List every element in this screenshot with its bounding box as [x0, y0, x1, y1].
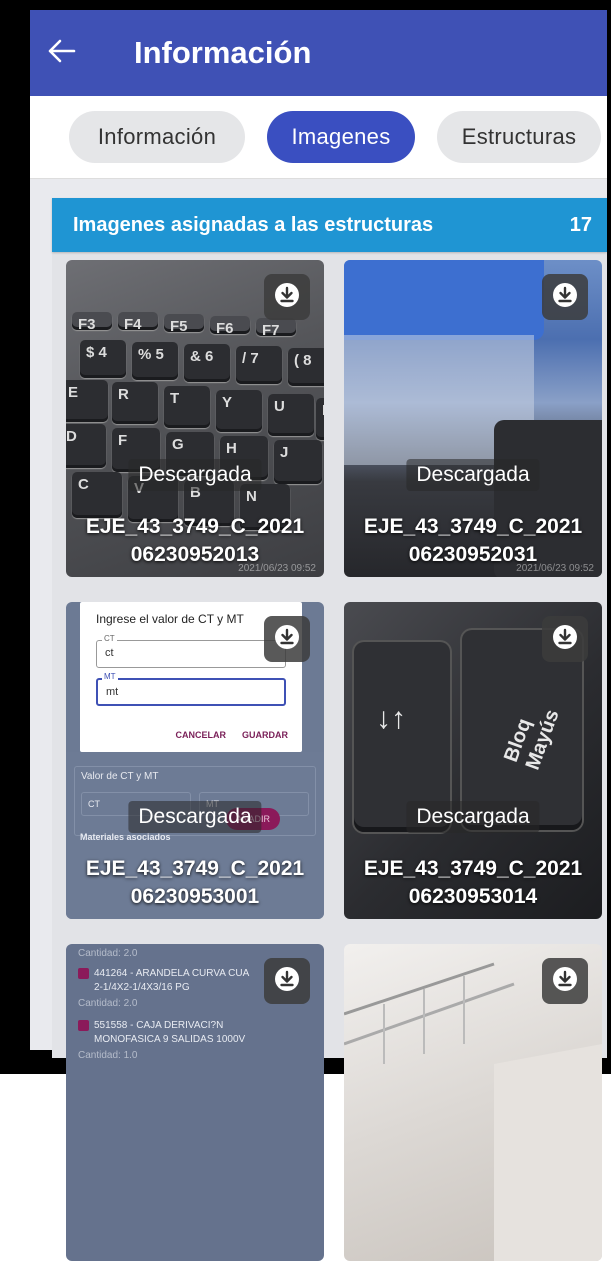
keyboard-key: F3 [72, 312, 112, 333]
panel-header: Imagenes asignadas a las estructuras 17 [52, 198, 607, 252]
keyboard-key: F5 [164, 314, 204, 335]
download-button[interactable] [264, 616, 310, 662]
download-button[interactable] [264, 958, 310, 1004]
image-file-name: EJE_43_3749_C_2021 06230953014 [363, 857, 583, 908]
images-panel: Imagenes asignadas a las estructuras 17 … [52, 198, 607, 1261]
keyboard-key: E [66, 380, 108, 422]
image-count-badge: 17 [569, 213, 592, 236]
download-icon [273, 623, 301, 656]
photo-timestamp: 2021/06/23 09:52 [238, 563, 316, 574]
download-icon [551, 281, 579, 314]
app-bar: Información [30, 10, 607, 96]
status-label: Descargada [406, 801, 540, 833]
status-label: Descargada [128, 459, 262, 491]
keyboard-key: Y [216, 390, 262, 432]
panel-title: Imagenes asignadas a las estructuras [73, 213, 434, 236]
download-icon [273, 965, 301, 998]
download-icon [551, 965, 579, 998]
keyboard-key: % 5 [132, 342, 178, 380]
keyboard-key: R [112, 382, 158, 424]
page-title: Información [134, 35, 312, 70]
download-button[interactable] [542, 958, 588, 1004]
keyboard-key: & 6 [184, 344, 230, 382]
checkbox-icon [78, 1020, 89, 1031]
download-icon [273, 281, 301, 314]
image-card[interactable] [344, 944, 602, 1261]
image-card[interactable]: Descargada EJE_43_3749_C_2021 06230952031… [344, 260, 602, 577]
photo-timestamp: 2021/06/23 09:52 [516, 563, 594, 574]
arrow-left-icon [48, 39, 76, 68]
status-label: Descargada [128, 801, 262, 833]
keyboard-key: J [274, 440, 322, 484]
back-button[interactable] [30, 10, 94, 96]
status-label: Descargada [406, 459, 540, 491]
image-card[interactable]: Valor de CT y MT CT MT Materiales asocia… [66, 602, 324, 919]
keyboard-key: ( 8 [288, 348, 324, 386]
keyboard-key: T [164, 386, 210, 428]
image-file-name: EJE_43_3749_C_2021 06230952031 [363, 515, 583, 566]
tab-bar: Información Imagenes Estructuras [30, 96, 607, 179]
image-card[interactable]: ↓↑ Bloq Mayús Descargada EJE_43_3749_C_2… [344, 602, 602, 919]
keyboard-key: $ 4 [80, 340, 126, 378]
keyboard-key: F6 [210, 316, 250, 337]
tab-informacion[interactable]: Información [69, 111, 245, 163]
image-file-name: EJE_43_3749_C_2021 06230953001 [85, 857, 305, 908]
download-icon [551, 623, 579, 656]
image-card[interactable]: Cantidad: 2.0 441264 - ARANDELA CURVA CU… [66, 944, 324, 1261]
keyboard-key: F4 [118, 312, 158, 333]
tab-estructuras[interactable]: Estructuras [437, 111, 601, 163]
tab-imagenes[interactable]: Imagenes [267, 111, 415, 163]
download-button[interactable] [542, 616, 588, 662]
keyboard-key: I [316, 398, 324, 440]
download-button[interactable] [264, 274, 310, 320]
image-file-name: EJE_43_3749_C_2021 06230952013 [85, 515, 305, 566]
image-card[interactable]: F3 F4 F5 F6 F7 $ 4 % 5 & 6 / 7 ( 8 E R T… [66, 260, 324, 577]
keyboard-key: F7 [256, 318, 296, 339]
keyboard-key: U [268, 394, 314, 436]
keyboard-key: / 7 [236, 346, 282, 384]
checkbox-icon [78, 968, 89, 979]
download-button[interactable] [542, 274, 588, 320]
keyboard-key: C [72, 472, 122, 518]
keyboard-key: D [66, 424, 106, 468]
